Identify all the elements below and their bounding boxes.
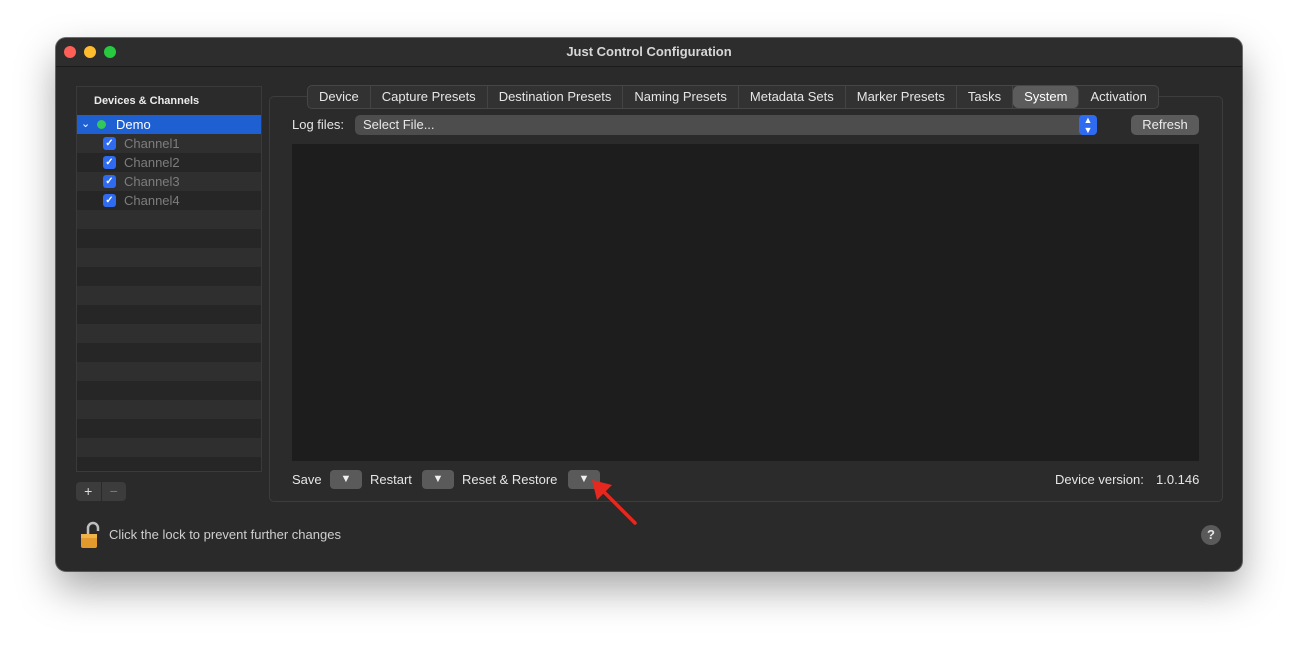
tab-naming-presets[interactable]: Naming Presets: [623, 86, 739, 108]
tab-system[interactable]: System: [1013, 86, 1080, 108]
status-dot-icon: [97, 120, 106, 129]
log-view[interactable]: [292, 144, 1199, 461]
window-title: Just Control Configuration: [566, 44, 732, 59]
reset-restore-label: Reset & Restore: [462, 472, 558, 487]
channel-label: Channel4: [124, 193, 180, 208]
channel-label: Channel1: [124, 136, 180, 151]
empty-row: [77, 210, 261, 229]
annotation-arrow-icon: [592, 480, 637, 525]
empty-row: [77, 324, 261, 343]
sidebar-header: Devices & Channels: [77, 87, 261, 115]
refresh-button[interactable]: Refresh: [1131, 115, 1199, 135]
restart-dropdown-button[interactable]: ▼: [422, 470, 454, 489]
lock-hint-text: Click the lock to prevent further change…: [109, 527, 341, 542]
empty-row: [77, 343, 261, 362]
add-remove-control: + −: [76, 482, 126, 501]
device-version-label: Device version:: [1055, 472, 1144, 487]
device-label: Demo: [116, 117, 151, 132]
empty-row: [77, 267, 261, 286]
tab-metadata-sets[interactable]: Metadata Sets: [739, 86, 846, 108]
channel-row[interactable]: ✓ Channel3: [77, 172, 261, 191]
empty-row: [77, 229, 261, 248]
channel-checkbox[interactable]: ✓: [103, 156, 116, 169]
channel-label: Channel3: [124, 174, 180, 189]
unlocked-lock-icon[interactable]: [80, 520, 102, 550]
save-label: Save: [292, 472, 322, 487]
empty-row: [77, 419, 261, 438]
device-row-demo[interactable]: ⌄ Demo: [77, 115, 261, 134]
empty-row: [77, 305, 261, 324]
channel-row[interactable]: ✓ Channel2: [77, 153, 261, 172]
tab-capture-presets[interactable]: Capture Presets: [371, 86, 488, 108]
title-bar: Just Control Configuration: [56, 38, 1242, 67]
help-button[interactable]: ?: [1201, 525, 1221, 545]
log-file-select[interactable]: Select File... ▲ ▼: [355, 115, 1097, 135]
empty-row: [77, 286, 261, 305]
save-dropdown-button[interactable]: ▼: [330, 470, 362, 489]
channel-checkbox[interactable]: ✓: [103, 194, 116, 207]
tab-bar: Device Capture Presets Destination Prese…: [307, 85, 1159, 109]
tab-activation[interactable]: Activation: [1079, 86, 1157, 108]
empty-row: [77, 248, 261, 267]
restart-label: Restart: [370, 472, 412, 487]
main-window: Just Control Configuration Devices & Cha…: [56, 38, 1242, 571]
log-file-select-value: Select File...: [363, 117, 435, 132]
updown-chevron-icon: ▲ ▼: [1079, 115, 1097, 135]
tab-tasks[interactable]: Tasks: [957, 86, 1014, 108]
tab-marker-presets[interactable]: Marker Presets: [846, 86, 957, 108]
channel-label: Channel2: [124, 155, 180, 170]
tab-destination-presets[interactable]: Destination Presets: [488, 86, 624, 108]
channel-row[interactable]: ✓ Channel1: [77, 134, 261, 153]
remove-device-button[interactable]: −: [100, 482, 127, 501]
channel-checkbox[interactable]: ✓: [103, 175, 116, 188]
devices-channels-list: Devices & Channels ⌄ Demo ✓ Channel1 ✓ C…: [76, 86, 262, 472]
chevron-down-icon[interactable]: ⌄: [81, 117, 90, 130]
channel-checkbox[interactable]: ✓: [103, 137, 116, 150]
empty-row: [77, 438, 261, 457]
log-files-label: Log files:: [292, 117, 345, 132]
device-version-value: 1.0.146: [1156, 472, 1200, 487]
add-device-button[interactable]: +: [76, 482, 101, 501]
tab-device[interactable]: Device: [308, 86, 371, 108]
empty-row: [77, 362, 261, 381]
empty-row: [77, 381, 261, 400]
channel-row[interactable]: ✓ Channel4: [77, 191, 261, 210]
empty-row: [77, 400, 261, 419]
empty-row: [77, 457, 261, 471]
